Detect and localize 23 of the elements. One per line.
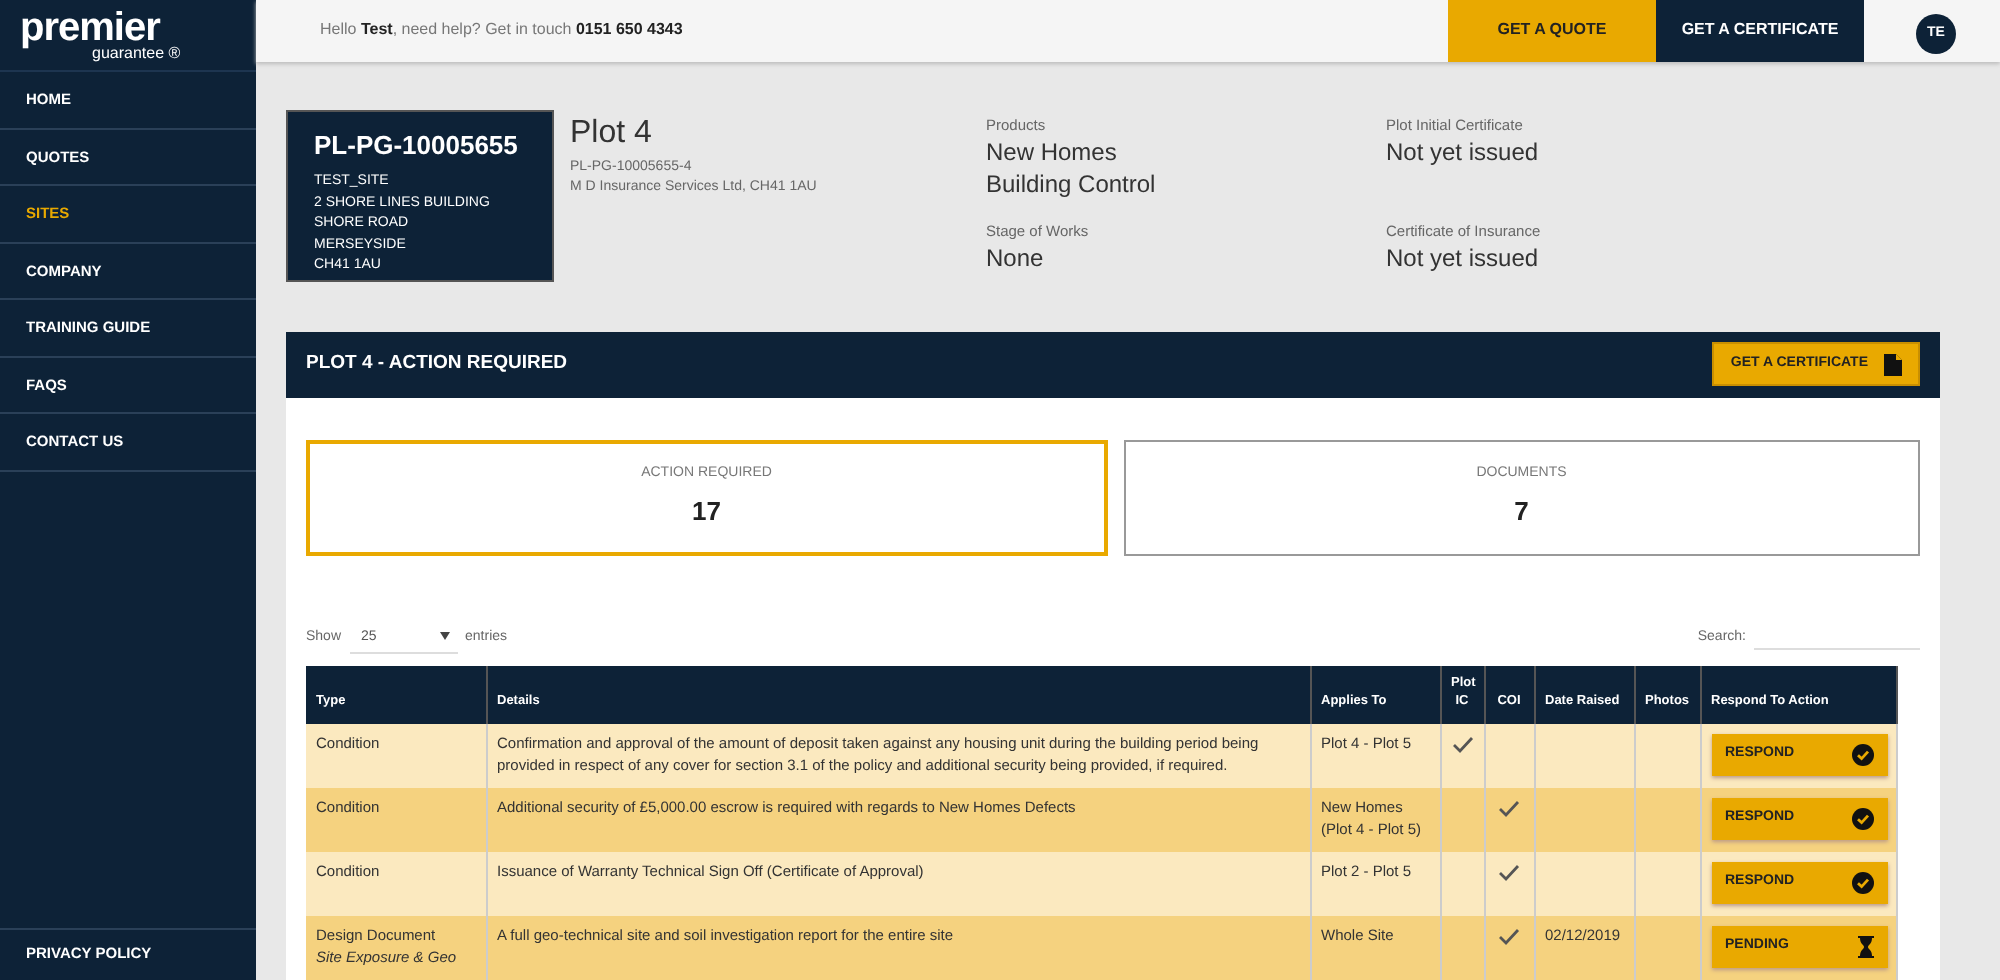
site-reference: PL-PG-10005655 (314, 129, 518, 159)
hourglass-icon (1857, 936, 1873, 958)
check-icon (1498, 863, 1520, 882)
fact-value: None (986, 242, 1046, 275)
document-icon (1884, 353, 1902, 375)
check-icon (1498, 927, 1520, 946)
fact-value: Building Control (986, 167, 1158, 200)
stat-value: 17 (692, 494, 721, 530)
plot-title: Plot 4 (570, 113, 654, 153)
fact-value: Not yet issued (1386, 135, 1541, 168)
check-circle-icon (1851, 744, 1873, 766)
get-quote-button[interactable]: GET A QUOTE (1448, 0, 1656, 61)
panel-title: PLOT 4 - ACTION REQUIRED (306, 349, 568, 378)
check-icon (1451, 735, 1473, 754)
get-certificate-button[interactable]: GET A CERTIFICATE (1656, 0, 1864, 61)
fact-value: New Homes (986, 135, 1119, 168)
greeting-text: Hello Test, need help? Get in touch 0151 650 4343 (318, 18, 685, 43)
caret-icon (439, 631, 450, 639)
stat-value: 7 (1514, 494, 1529, 530)
check-circle-icon (1851, 808, 1873, 830)
fact-value: Not yet issued (1386, 242, 1541, 275)
check-circle-icon (1851, 872, 1873, 894)
check-icon (1498, 799, 1520, 818)
